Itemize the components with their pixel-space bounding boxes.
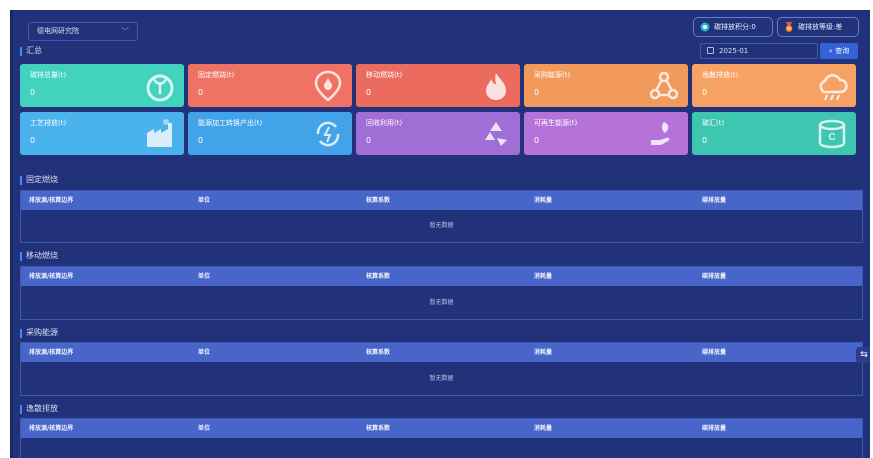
- table-mobile-combustion: 排放源/核算边界 单位 核算系数 消耗量 碳排放量 暂无数据: [20, 266, 863, 320]
- cloud-icon: [819, 74, 848, 101]
- chevron-down-icon: ﹀: [121, 27, 129, 36]
- col-unit: 单位: [198, 425, 211, 432]
- flame-icon: [486, 73, 506, 100]
- search-icon: ⌕: [828, 47, 833, 55]
- col-emission-source: 排放源/核算边界: [29, 425, 74, 432]
- table-fugitive-emission: 排放源/核算边界 单位 核算系数 消耗量 碳排放量: [20, 418, 863, 458]
- table-fixed-combustion: 排放源/核算边界 单位 核算系数 消耗量 碳排放量 暂无数据: [20, 190, 863, 243]
- summary-card: 可再生能源(t) 0: [524, 112, 688, 155]
- summary-card-label: 采购能源(t): [534, 71, 571, 79]
- summary-card-label: 工艺排放(t): [30, 119, 67, 127]
- month-picker[interactable]: 2025-01: [700, 43, 818, 59]
- medal-icon: [785, 22, 793, 32]
- col-unit: 单位: [198, 273, 211, 280]
- energy-convert-icon: [316, 121, 340, 147]
- col-consumption: 消耗量: [534, 349, 553, 356]
- col-consumption: 消耗量: [534, 425, 553, 432]
- points-icon: [700, 22, 710, 32]
- carbon-grade-label: 碳排放等级:差: [798, 23, 843, 31]
- summary-card-value: 0: [366, 136, 372, 145]
- empty-text: 暂无数据: [429, 299, 454, 306]
- col-emission: 碳排放量: [702, 349, 727, 356]
- carbon-points-button[interactable]: 碳排放积分:0: [693, 17, 773, 37]
- calendar-icon: [707, 47, 714, 54]
- carbon-points-label: 碳排放积分:0: [714, 23, 756, 31]
- summary-card-value: 0: [534, 136, 540, 145]
- col-unit: 单位: [198, 349, 211, 356]
- summary-card-value: 0: [366, 88, 372, 97]
- section-title-fixed-combustion: 固定燃烧: [20, 175, 58, 185]
- col-emission: 碳排放量: [702, 273, 727, 280]
- summary-card: 碳排总量(t) 0: [20, 64, 184, 107]
- fire-location-icon: [314, 70, 342, 102]
- main-panel: 德电网研究院 ﹀ 碳排放积分:0 碳排放等级:差 汇总 2025-01 ⌕ 查询…: [10, 10, 870, 458]
- summary-card-value: 0: [198, 136, 204, 145]
- col-emission-source: 排放源/核算边界: [29, 273, 74, 280]
- summary-card: 固定燃烧(t) 0: [188, 64, 352, 107]
- col-emission-source: 排放源/核算边界: [29, 197, 74, 204]
- col-emission: 碳排放量: [702, 425, 727, 432]
- factory-icon: [147, 119, 172, 147]
- table-header: 排放源/核算边界 单位 核算系数 消耗量 碳排放量: [21, 191, 862, 210]
- summary-card-label: 逸散排放(t): [702, 71, 739, 79]
- side-toggle-tab[interactable]: ⇆: [856, 347, 870, 363]
- summary-card-value: 0: [534, 88, 540, 97]
- org-select-value: 德电网研究院: [37, 27, 79, 35]
- summary-card-value: 0: [702, 136, 708, 145]
- table-header: 排放源/核算边界 单位 核算系数 消耗量 碳排放量: [21, 343, 862, 362]
- summary-card-value: 0: [702, 88, 708, 97]
- summary-card: 移动燃烧(t) 0: [356, 64, 520, 107]
- summary-card-label: 碳排总量(t): [30, 71, 67, 79]
- org-select[interactable]: 德电网研究院 ﹀: [28, 22, 138, 41]
- carbon-grade-button[interactable]: 碳排放等级:差: [777, 17, 859, 37]
- summary-card: 采购能源(t) 0: [524, 64, 688, 107]
- col-factor: 核算系数: [366, 273, 391, 280]
- summary-card-label: 可再生能源(t): [534, 119, 578, 127]
- summary-card: 逸散排放(t) 0: [692, 64, 856, 107]
- page-frame: 德电网研究院 ﹀ 碳排放积分:0 碳排放等级:差 汇总 2025-01 ⌕ 查询…: [0, 0, 873, 458]
- table-header: 排放源/核算边界 单位 核算系数 消耗量 碳排放量: [21, 267, 862, 286]
- col-consumption: 消耗量: [534, 273, 553, 280]
- month-picker-value: 2025-01: [719, 47, 749, 55]
- col-factor: 核算系数: [366, 349, 391, 356]
- empty-text: 暂无数据: [429, 375, 454, 382]
- col-emission: 碳排放量: [702, 197, 727, 204]
- summary-card-value: 0: [30, 88, 36, 97]
- summary-card: 能源加工转换产出(t) 0: [188, 112, 352, 155]
- query-button-label: 查询: [835, 47, 850, 55]
- summary-card: 碳汇(t) 0 C: [692, 112, 856, 155]
- col-unit: 单位: [198, 197, 211, 204]
- summary-card-value: 0: [198, 88, 204, 97]
- empty-text: 暂无数据: [429, 222, 454, 229]
- summary-card: 工艺排放(t) 0: [20, 112, 184, 155]
- summary-card-label: 固定燃烧(t): [198, 71, 235, 79]
- col-factor: 核算系数: [366, 197, 391, 204]
- summary-card: 回收利用(t) 0: [356, 112, 520, 155]
- section-title-mobile-combustion: 移动燃烧: [20, 251, 58, 261]
- summary-card-label: 移动燃烧(t): [366, 71, 403, 79]
- svg-text:C: C: [828, 132, 835, 143]
- section-title-purchased-energy: 采购能源: [20, 328, 58, 338]
- summary-card-label: 碳汇(t): [702, 119, 725, 127]
- hand-leaf-icon: [651, 122, 670, 145]
- table-header: 排放源/核算边界 单位 核算系数 消耗量 碳排放量: [21, 419, 862, 438]
- sprout-icon: [146, 74, 174, 102]
- summary-card-label: 回收利用(t): [366, 119, 403, 127]
- table-purchased-energy: 排放源/核算边界 单位 核算系数 消耗量 碳排放量 暂无数据: [20, 342, 863, 396]
- query-button[interactable]: ⌕ 查询: [820, 43, 858, 59]
- recycle-icon: [485, 122, 507, 146]
- summary-card-value: 0: [30, 136, 36, 145]
- summary-card-label: 能源加工转换产出(t): [198, 119, 263, 127]
- carbon-coin-icon: C: [818, 119, 846, 149]
- col-factor: 核算系数: [366, 425, 391, 432]
- summary-title: 汇总: [20, 46, 42, 56]
- col-consumption: 消耗量: [534, 197, 553, 204]
- recycle-triangle-icon: [649, 71, 679, 100]
- section-title-fugitive-emission: 逸散排放: [20, 404, 58, 414]
- col-emission-source: 排放源/核算边界: [29, 349, 74, 356]
